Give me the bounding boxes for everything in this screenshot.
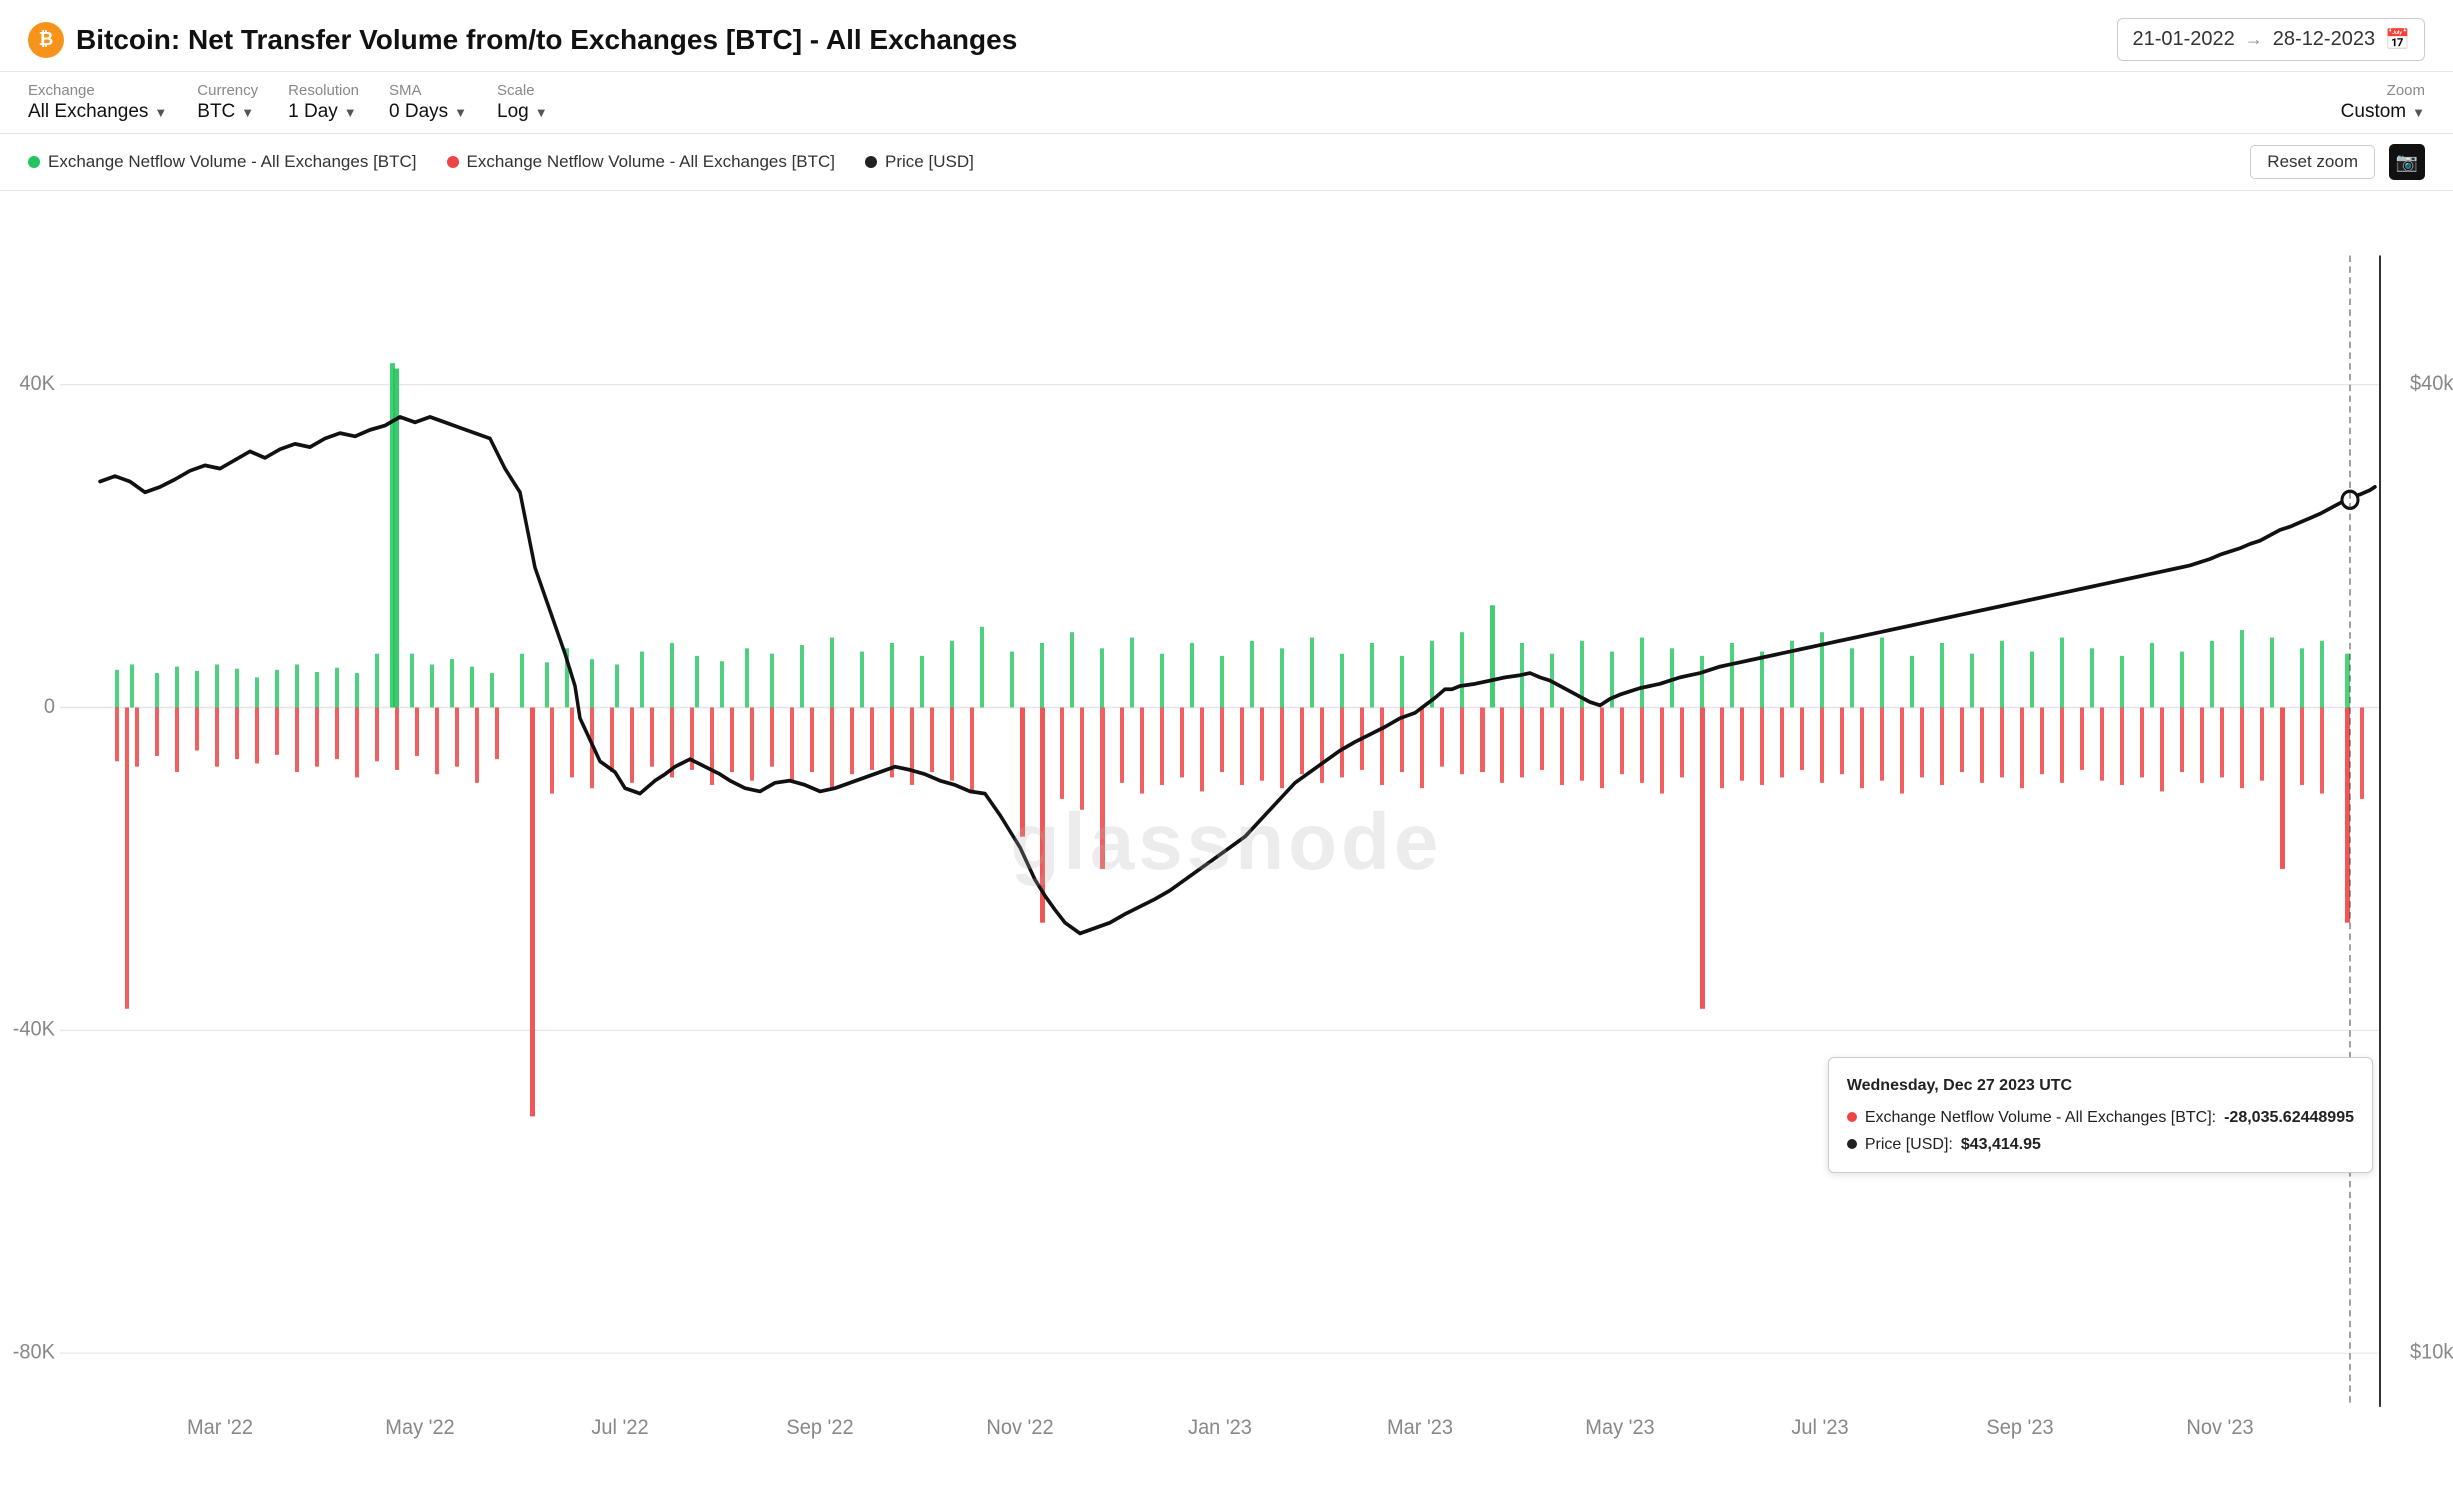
controls-left: Exchange All Exchanges ▼ Currency BTC ▼ … xyxy=(28,82,548,123)
svg-text:May '23: May '23 xyxy=(1585,1415,1654,1439)
legend-dot-red xyxy=(447,156,459,168)
resolution-chevron: ▼ xyxy=(344,105,357,120)
btc-icon: ₿ xyxy=(28,22,64,58)
svg-text:$40k: $40k xyxy=(2410,371,2453,395)
svg-text:-80K: -80K xyxy=(13,1340,55,1364)
exchange-label: Exchange xyxy=(28,82,167,99)
reset-zoom-button[interactable]: Reset zoom xyxy=(2250,145,2375,179)
exchange-select[interactable]: All Exchanges ▼ xyxy=(28,101,167,123)
svg-text:Jul '22: Jul '22 xyxy=(591,1415,648,1439)
zoom-control: Zoom Custom ▼ xyxy=(2341,82,2425,123)
chart-svg: 40K 0 -40K -80K $40k $10k Mar '22 May '2… xyxy=(0,191,2453,1493)
legend-item-price: Price [USD] xyxy=(865,152,974,172)
date-range[interactable]: 21-01-2022 → 28-12-2023 📅 xyxy=(2117,18,2425,61)
legend-item-red: Exchange Netflow Volume - All Exchanges … xyxy=(447,152,836,172)
resolution-control: Resolution 1 Day ▼ xyxy=(288,82,359,123)
resolution-label: Resolution xyxy=(288,82,359,99)
svg-text:Sep '22: Sep '22 xyxy=(786,1415,853,1439)
svg-text:Jul '23: Jul '23 xyxy=(1791,1415,1848,1439)
legend-bar: Exchange Netflow Volume - All Exchanges … xyxy=(0,134,2453,191)
sma-select[interactable]: 0 Days ▼ xyxy=(389,101,467,123)
scale-chevron: ▼ xyxy=(535,105,548,120)
svg-text:-40K: -40K xyxy=(13,1017,55,1041)
svg-text:Sep '23: Sep '23 xyxy=(1986,1415,2053,1439)
currency-value: BTC xyxy=(197,101,235,123)
svg-text:Nov '22: Nov '22 xyxy=(986,1415,1053,1439)
chart-title: Bitcoin: Net Transfer Volume from/to Exc… xyxy=(76,24,1017,56)
date-from: 21-01-2022 xyxy=(2132,28,2234,51)
sma-label: SMA xyxy=(389,82,467,99)
legend-items: Exchange Netflow Volume - All Exchanges … xyxy=(28,152,974,172)
controls-bar: Exchange All Exchanges ▼ Currency BTC ▼ … xyxy=(0,72,2453,134)
resolution-select[interactable]: 1 Day ▼ xyxy=(288,101,359,123)
main-container: ₿ Bitcoin: Net Transfer Volume from/to E… xyxy=(0,0,2453,1493)
zoom-value: Custom xyxy=(2341,101,2406,123)
legend-item-green: Exchange Netflow Volume - All Exchanges … xyxy=(28,152,417,172)
svg-text:Nov '23: Nov '23 xyxy=(2186,1415,2253,1439)
scale-control: Scale Log ▼ xyxy=(497,82,548,123)
svg-text:$10k: $10k xyxy=(2410,1340,2453,1364)
date-to: 28-12-2023 xyxy=(2273,28,2375,51)
scale-value: Log xyxy=(497,101,529,123)
legend-actions: Reset zoom 📷 xyxy=(2250,144,2425,180)
legend-label-price: Price [USD] xyxy=(885,152,974,172)
scale-select[interactable]: Log ▼ xyxy=(497,101,548,123)
camera-icon: 📷 xyxy=(2396,152,2418,173)
title-row: ₿ Bitcoin: Net Transfer Volume from/to E… xyxy=(28,22,1017,58)
sma-chevron: ▼ xyxy=(454,105,467,120)
legend-label-red: Exchange Netflow Volume - All Exchanges … xyxy=(467,152,836,172)
zoom-select[interactable]: Custom ▼ xyxy=(2341,101,2425,123)
legend-label-green: Exchange Netflow Volume - All Exchanges … xyxy=(48,152,417,172)
camera-button[interactable]: 📷 xyxy=(2389,144,2425,180)
exchange-chevron: ▼ xyxy=(154,105,167,120)
svg-text:Mar '22: Mar '22 xyxy=(187,1415,253,1439)
date-arrow: → xyxy=(2245,29,2263,50)
currency-control: Currency BTC ▼ xyxy=(197,82,258,123)
resolution-value: 1 Day xyxy=(288,101,338,123)
currency-select[interactable]: BTC ▼ xyxy=(197,101,258,123)
scale-label: Scale xyxy=(497,82,548,99)
svg-text:40K: 40K xyxy=(19,371,55,395)
currency-chevron: ▼ xyxy=(241,105,254,120)
legend-dot-green xyxy=(28,156,40,168)
sma-value: 0 Days xyxy=(389,101,448,123)
svg-text:Mar '23: Mar '23 xyxy=(1387,1415,1453,1439)
sma-control: SMA 0 Days ▼ xyxy=(389,82,467,123)
svg-text:0: 0 xyxy=(44,694,55,718)
legend-dot-price xyxy=(865,156,877,168)
exchange-control: Exchange All Exchanges ▼ xyxy=(28,82,167,123)
svg-text:May '22: May '22 xyxy=(385,1415,454,1439)
chart-area: glassnode 40K 0 -40K -80K $40k $10k Mar … xyxy=(0,191,2453,1493)
zoom-label: Zoom xyxy=(2387,82,2425,99)
header: ₿ Bitcoin: Net Transfer Volume from/to E… xyxy=(0,0,2453,72)
zoom-chevron: ▼ xyxy=(2412,105,2425,120)
exchange-value: All Exchanges xyxy=(28,101,148,123)
calendar-icon: 📅 xyxy=(2385,27,2410,52)
svg-text:Jan '23: Jan '23 xyxy=(1188,1415,1252,1439)
currency-label: Currency xyxy=(197,82,258,99)
